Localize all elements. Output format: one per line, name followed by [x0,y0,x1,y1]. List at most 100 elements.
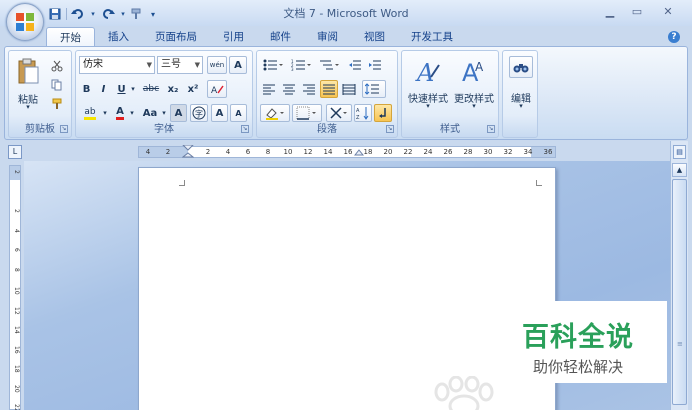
ribbon-tabs: 开始 插入 页面布局 引用 邮件 审阅 视图 开发工具 [46,27,466,47]
italic-button[interactable]: I [96,80,111,98]
vertical-ruler-tick-label: 6 [13,248,20,252]
align-left-icon[interactable] [260,80,278,98]
ruler-tick-label: 2 [165,148,171,156]
right-indent-marker-icon[interactable] [354,149,364,159]
font-size-combo[interactable]: 三号 ▼ [157,56,203,74]
scroll-grip-icon: ≡ [677,340,683,348]
maximize-button[interactable]: ▭ [625,3,649,21]
ruler-tick-label: 22 [403,148,413,156]
tab-mailings[interactable]: 邮件 [257,27,304,47]
multilevel-list-icon[interactable] [316,56,342,74]
ruler-tick-label: 16 [343,148,353,156]
copy-icon[interactable] [49,76,65,94]
ruler-tick-label: 28 [463,148,473,156]
title-bar: ▾ ▾ ▾ 文档 7 - Microsoft Word ▁ ▭ ✕ [0,0,692,26]
crop-mark [179,180,185,186]
strikethrough-button[interactable]: abc [140,80,162,98]
styles-group-label: 样式 [440,124,460,135]
vertical-ruler-tick-label: 10 [13,287,20,295]
ruler-tick-label: 32 [503,148,513,156]
font-group: 仿宋 ▼ 三号 ▼ wén A B I U ▾ abc x₂ x² A ab ▾ [75,50,253,138]
align-right-icon[interactable] [300,80,318,98]
vertical-ruler-tick-label: 8 [13,267,20,272]
paste-icon[interactable] [13,55,43,89]
chevron-down-icon: ▼ [146,61,152,69]
indent-marker-icon[interactable] [182,145,194,159]
tab-selector-button[interactable]: L [8,145,22,159]
ruler-tick-label: 20 [383,148,393,156]
horizontal-ruler[interactable]: 4 2 2 4 6 8 10 12 14 16 18 20 22 24 26 28 30 32 34 36 [138,145,556,159]
office-logo-icon [16,13,34,31]
font-group-label: 字体 [154,124,174,135]
svg-text:字: 字 [195,109,203,119]
align-center-icon[interactable] [280,80,298,98]
vertical-ruler-tick-label: 2 [13,209,20,213]
minimize-button[interactable]: ▁ [598,3,622,21]
clear-formatting-button[interactable]: A [207,80,227,98]
crop-mark [536,180,542,186]
styles-launcher-icon[interactable]: ↘ [487,125,495,133]
justify-icon[interactable] [320,80,338,98]
ribbon: 粘贴 ▾ 剪贴板 ↘ 仿宋 ▼ 三号 ▼ wén A B I U ▾ abc x… [4,46,688,140]
change-styles-icon[interactable]: AA [454,56,494,88]
ruler-tick-label: 24 [423,148,433,156]
vertical-ruler-tick-label: 12 [13,306,20,315]
pinyin-guide-button[interactable]: wén [207,56,227,74]
view-ruler-icon[interactable]: ▤ [673,145,686,159]
paste-dropdown-icon[interactable]: ▾ [15,103,41,111]
numbering-icon[interactable]: 123 [288,56,314,74]
tab-home[interactable]: 开始 [46,27,95,47]
tab-references[interactable]: 引用 [210,27,257,47]
tab-developer[interactable]: 开发工具 [398,27,466,47]
subscript-button[interactable]: x₂ [164,80,182,98]
superscript-button[interactable]: x² [184,80,202,98]
ruler-tick-label: 4 [145,148,151,156]
watermark-subtitle: 助你轻松解决 [532,358,623,376]
format-painter-icon[interactable] [49,95,65,113]
ruler-tick-label: 10 [283,148,293,156]
line-spacing-icon[interactable] [362,80,386,98]
vertical-ruler-tick-label: 20 [13,384,20,393]
highlight-label: ab [84,107,96,120]
close-button[interactable]: ✕ [656,3,680,21]
editing-dropdown-icon[interactable]: ▾ [503,102,539,110]
font-launcher-icon[interactable]: ↘ [241,125,249,133]
vertical-scrollbar[interactable]: ▤ ▲ ≡ [670,141,688,410]
help-icon[interactable]: ? [668,31,680,43]
increase-indent-icon[interactable] [366,56,384,74]
distributed-icon[interactable] [340,80,358,98]
styles-group: A 快速样式 ▾ AA 更改样式 ▾ 样式 ↘ [401,50,499,138]
find-binoculars-icon[interactable] [509,56,533,78]
ruler-tick-label: 6 [245,148,251,156]
bullets-icon[interactable] [260,56,286,74]
clipboard-launcher-icon[interactable]: ↘ [60,125,68,133]
font-name-value: 仿宋 [83,59,103,70]
ruler-tick-label: 34 [523,148,533,156]
svg-text:A: A [415,59,434,87]
paragraph-launcher-icon[interactable]: ↘ [386,125,394,133]
cut-icon[interactable] [49,57,65,75]
vertical-ruler-tick-label: 18 [13,365,20,373]
scroll-up-icon[interactable]: ▲ [672,163,687,177]
character-border-button[interactable]: A [229,56,247,74]
scroll-thumb[interactable]: ≡ [672,179,687,405]
window-title: 文档 7 - Microsoft Word [283,7,409,20]
tab-review[interactable]: 审阅 [304,27,351,47]
font-name-combo[interactable]: 仿宋 ▼ [79,56,155,74]
svg-text:A: A [356,108,360,114]
vertical-ruler[interactable]: 2 2 4 6 8 10 12 14 16 18 20 22 [9,165,21,410]
decrease-indent-icon[interactable] [346,56,364,74]
tab-view[interactable]: 视图 [351,27,398,47]
paragraph-group-label: 段落 [317,124,337,135]
quick-styles-dropdown-icon[interactable]: ▾ [404,102,452,110]
underline-dropdown-icon[interactable]: ▾ [129,80,137,98]
bold-button[interactable]: B [79,80,94,98]
tab-page-layout[interactable]: 页面布局 [142,27,210,47]
underline-button[interactable]: U [114,80,129,98]
svg-text:A: A [475,60,484,74]
quick-styles-icon[interactable]: A [408,56,448,88]
change-styles-dropdown-icon[interactable]: ▾ [450,102,498,110]
tab-insert[interactable]: 插入 [95,27,142,47]
office-button[interactable] [6,3,44,41]
svg-text:3: 3 [291,67,294,71]
